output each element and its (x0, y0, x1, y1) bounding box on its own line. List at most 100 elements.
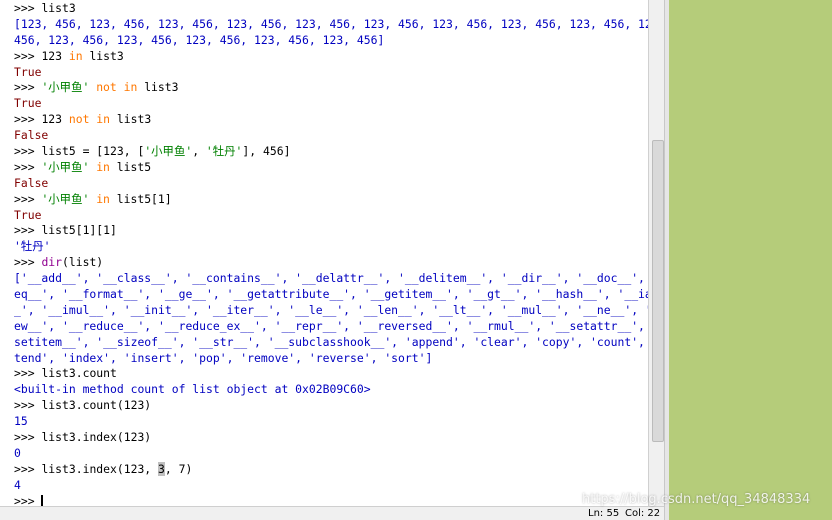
shell-prompt: >>> (14, 48, 42, 63)
shell-line: True (14, 208, 646, 224)
shell-line: >>> list3.index(123, 3, 7) (14, 461, 646, 478)
shell-line: >>> list5[1][1] (14, 223, 646, 239)
shell-line: [123, 456, 123, 456, 123, 456, 123, 456,… (14, 17, 666, 33)
shell-line: >>> list3.index(123) (14, 430, 646, 446)
shell-text: list3.count(123) (41, 398, 152, 413)
shell-text: in (96, 159, 110, 174)
shell-line: tend', 'index', 'insert', 'pop', 'remove… (14, 351, 646, 367)
shell-line: <built-in method count of list object at… (14, 382, 646, 398)
shell-text: list3 (41, 1, 76, 15)
shell-prompt: >>> (14, 461, 42, 476)
shell-text: 123 (41, 112, 69, 127)
shell-line: False (14, 128, 646, 144)
shell-text: '牡丹' (205, 144, 243, 159)
shell-line: >>> '小甲鱼' not in list3 (14, 80, 646, 96)
shell-line: 456, 123, 456, 123, 456, 123, 456, 123, … (14, 33, 646, 49)
shell-prompt: >>> (14, 223, 42, 238)
shell-line: True (14, 65, 646, 81)
shell-line: >>> list3 (14, 1, 646, 17)
shell-text: 4 (14, 477, 21, 492)
shell-text: , 7) (164, 461, 193, 476)
shell-line: >>> list3.count (14, 366, 646, 382)
shell-line: False (14, 176, 646, 192)
shell-prompt: >>> (14, 398, 42, 413)
shell-text: True (14, 96, 42, 111)
shell-text: True (14, 207, 42, 222)
shell-text: dir (41, 255, 63, 270)
vertical-scrollbar[interactable] (648, 0, 665, 506)
shell-text: not in (68, 112, 111, 127)
status-bar: Ln: 55 Col: 22 (0, 506, 668, 520)
shell-text: (list) (62, 255, 104, 270)
status-column-number: Col: 22 (625, 508, 661, 519)
shell-prompt: >>> (14, 112, 42, 127)
shell-line: >>> '小甲鱼' in list5[1] (14, 192, 646, 208)
scrollbar-thumb[interactable] (652, 140, 664, 442)
shell-line: 15 (14, 414, 646, 430)
shell-output-area[interactable]: >>> list3 [123, 456, 123, 456, 123, 456, … (14, 1, 668, 510)
shell-line: >>> list5 = [123, ['小甲鱼', '牡丹'], 456] (14, 144, 646, 160)
shell-text: '小甲鱼' (41, 159, 90, 174)
shell-line: setitem__', '__sizeof__', '__str__', '__… (14, 335, 668, 351)
shell-text: 15 (14, 414, 28, 429)
shell-line: eq__', '__format__', '__ge__', '__getatt… (14, 287, 668, 303)
shell-prompt: >>> (14, 255, 42, 270)
shell-prompt: >>> (14, 80, 42, 95)
shell-text: '牡丹' (14, 239, 51, 254)
shell-text: setitem__', '__sizeof__', '__str__', '__… (14, 334, 668, 349)
shell-text: list3 (110, 112, 152, 127)
shell-line: >>> 123 not in list3 (14, 112, 646, 128)
shell-text: list3 (137, 80, 179, 95)
shell-prompt: >>> (14, 1, 42, 15)
shell-prompt: >>> (14, 366, 42, 381)
shell-text: eq__', '__format__', '__ge__', '__getatt… (14, 287, 668, 302)
shell-text: <built-in method count of list object at… (14, 382, 371, 397)
shell-prompt: >>> (14, 159, 42, 174)
shell-line: '牡丹' (14, 239, 646, 255)
shell-text: '小甲鱼' (41, 80, 90, 95)
shell-text: list5[1] (109, 191, 172, 206)
shell-line: >>> '小甲鱼' in list5 (14, 160, 646, 176)
python-shell-window: >>> list3 [123, 456, 123, 456, 123, 456, … (0, 0, 668, 520)
shell-line: ew__', '__reduce__', '__reduce_ex__', '_… (14, 319, 668, 335)
status-line-number: Ln: 55 (588, 508, 620, 519)
shell-text: False (14, 128, 49, 143)
shell-text: _', '__imul__', '__init__', '__iter__', … (14, 302, 668, 317)
shell-text: tend', 'index', 'insert', 'pop', 'remove… (14, 350, 433, 365)
watermark-text: https://blog.csdn.net/qq_34848334 (582, 492, 811, 507)
shell-prompt: >>> (14, 144, 42, 159)
shell-text: , (192, 144, 206, 159)
shell-text: ['__add__', '__class__', '__contains__',… (14, 271, 668, 286)
shell-text: True (14, 64, 42, 79)
shell-text: not in (96, 80, 138, 95)
shell-line: ['__add__', '__class__', '__contains__',… (14, 271, 668, 287)
shell-text: list5 = [123, [ (41, 144, 145, 159)
shell-text: list3.index(123) (41, 430, 152, 445)
shell-line: 4 (14, 478, 646, 494)
shell-text: ], 456] (242, 144, 291, 159)
window-border (664, 0, 669, 520)
shell-text: '小甲鱼' (144, 144, 193, 159)
shell-text: in (96, 191, 110, 206)
shell-line: >>> list3.count(123) (14, 398, 646, 414)
shell-text: ew__', '__reduce__', '__reduce_ex__', '_… (14, 318, 668, 333)
shell-line: >>> 123 in list3 (14, 49, 646, 65)
shell-text: 0 (14, 445, 21, 460)
shell-text: '小甲鱼' (41, 191, 90, 206)
shell-line: >>> dir(list) (14, 255, 646, 271)
shell-line: True (14, 96, 646, 112)
shell-line: 0 (14, 446, 646, 462)
shell-text: list3.count (41, 366, 117, 381)
shell-line: _', '__imul__', '__init__', '__iter__', … (14, 303, 668, 319)
shell-prompt: >>> (14, 191, 42, 206)
shell-text: list3.index(123, (41, 461, 159, 476)
shell-text: list5[1][1] (41, 223, 117, 238)
shell-text: list3 (82, 48, 124, 63)
shell-text: 456, 123, 456, 123, 456, 123, 456, 123, … (14, 32, 385, 47)
shell-text: False (14, 175, 49, 190)
shell-text: in (68, 48, 83, 63)
shell-text: 3 (158, 461, 165, 476)
shell-text: [123, 456, 123, 456, 123, 456, 123, 456,… (14, 16, 666, 31)
shell-text: 123 (41, 48, 69, 63)
shell-prompt: >>> (14, 430, 42, 445)
